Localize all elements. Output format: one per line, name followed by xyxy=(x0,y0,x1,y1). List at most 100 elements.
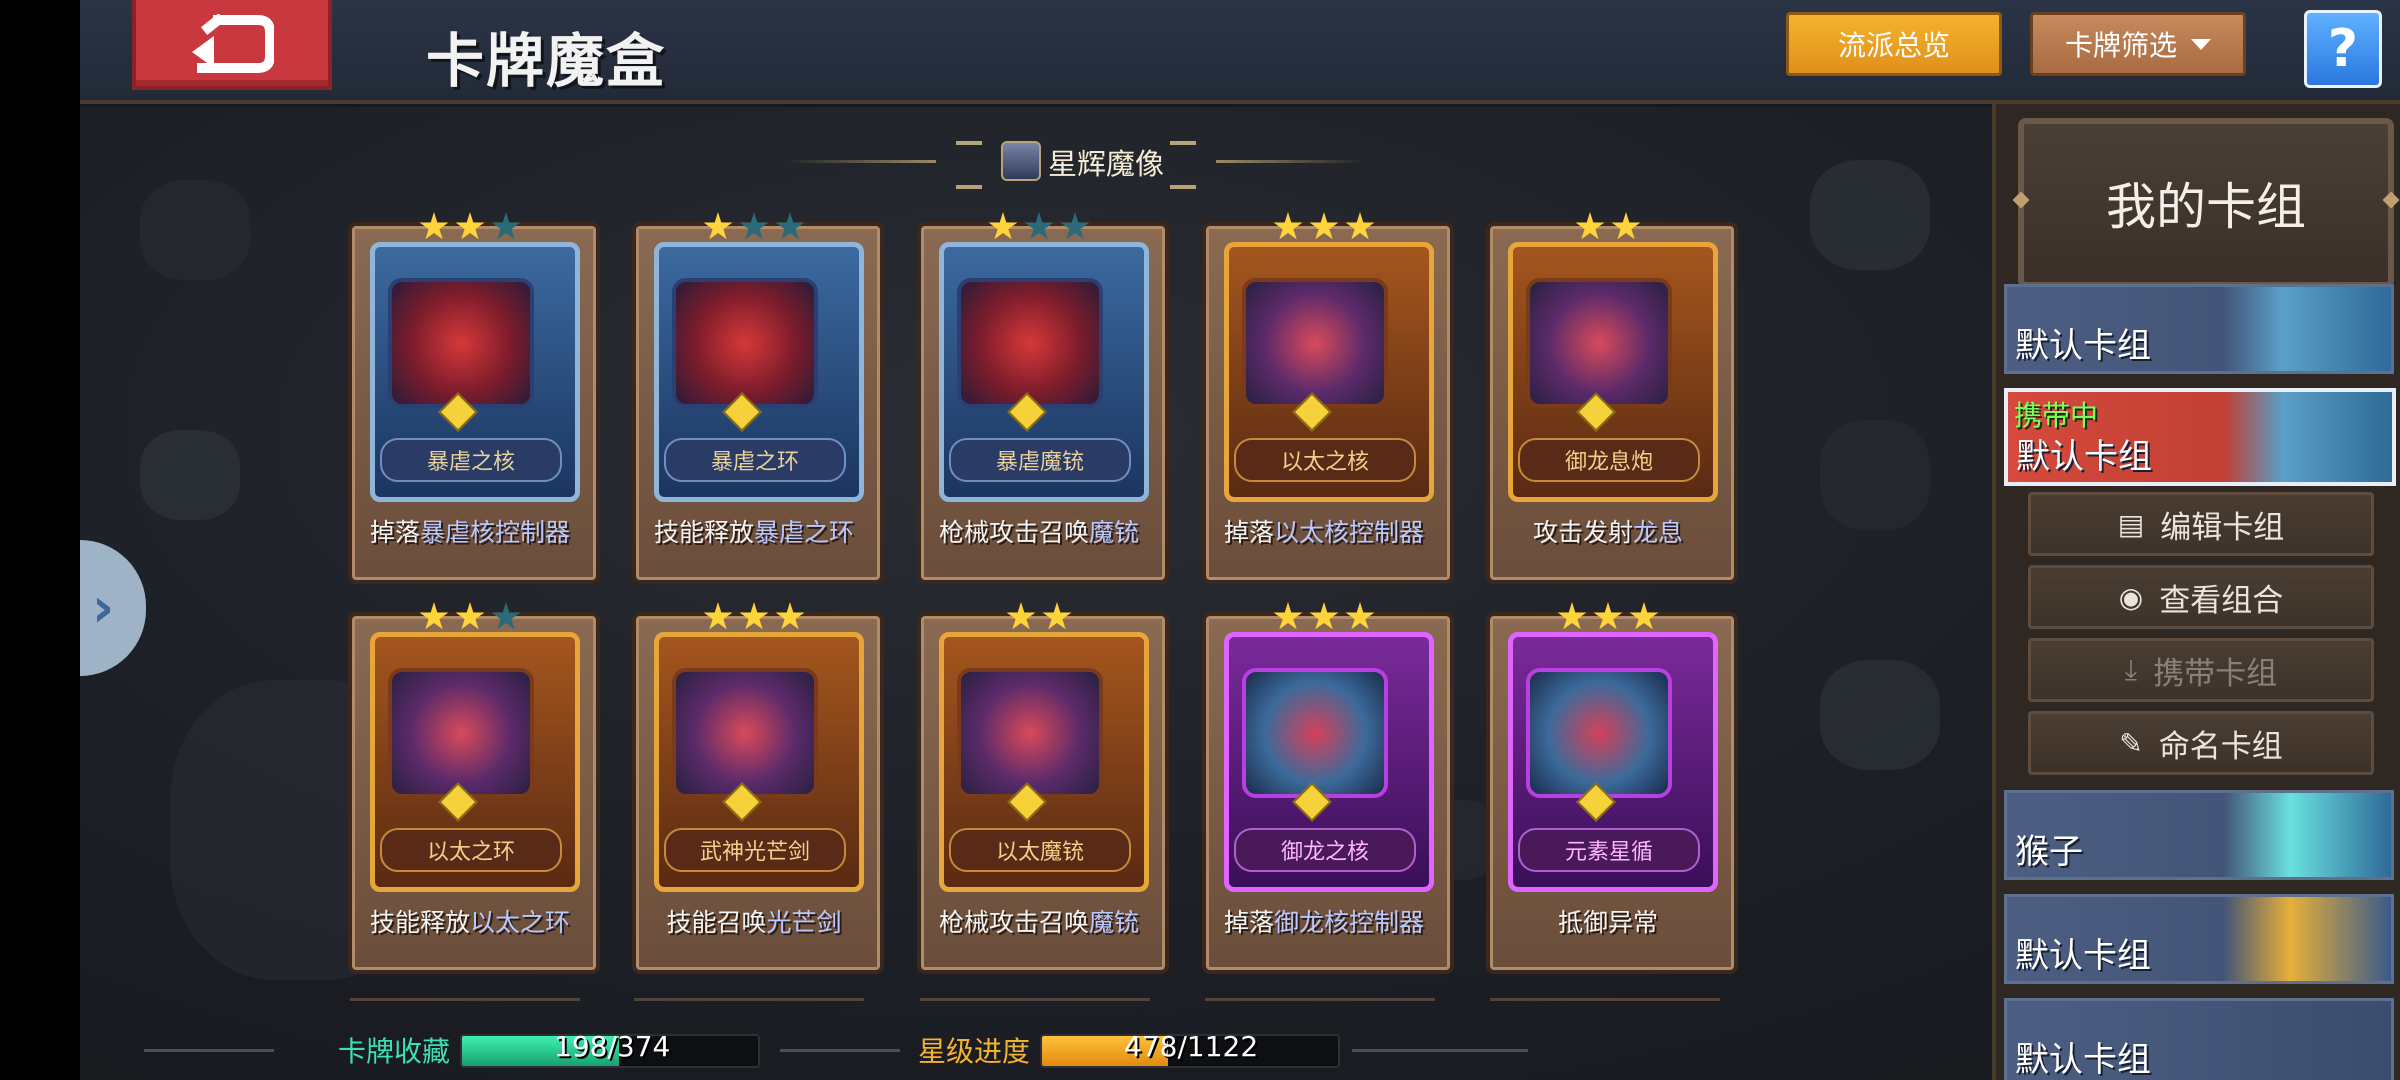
clipboard-icon: ▤ xyxy=(2117,507,2145,541)
deck-item[interactable]: 默认卡组 xyxy=(2004,284,2394,374)
view-combo-button[interactable]: ◉ 查看组合 xyxy=(2028,565,2374,629)
card-description: 技能释放 以太之环 xyxy=(352,896,588,946)
desc-text: 掉落 xyxy=(369,518,420,547)
rename-deck-button[interactable]: ✎ 命名卡组 xyxy=(2028,711,2374,775)
divider xyxy=(144,1049,274,1052)
star-icon xyxy=(1611,212,1641,240)
card-art-icon xyxy=(957,278,1103,408)
card-item[interactable]: 暴虐之环 技能释放 暴虐之环 xyxy=(632,212,884,584)
card-item[interactable]: 暴虐之核 掉落 暴虐核控制器 xyxy=(348,212,600,584)
deck-item[interactable]: 猴子 xyxy=(2004,790,2394,880)
deck-item-active[interactable]: 携带中 默认卡组 xyxy=(2004,388,2396,486)
help-button[interactable]: ? xyxy=(2304,10,2382,88)
star-rating xyxy=(1490,212,1726,242)
star-rating xyxy=(352,602,588,632)
star-icon xyxy=(1575,212,1605,240)
card-item[interactable]: 以太魔铳枪械攻击召唤 魔铳 xyxy=(917,602,1169,974)
deck-item[interactable]: 默认卡组 xyxy=(2004,998,2394,1080)
card-item[interactable]: 御龙息炮 攻击发射 龙息 xyxy=(1486,212,1738,584)
card-art-icon xyxy=(1242,668,1388,798)
card-item[interactable]: 御龙之核掉落 御龙核控制器 xyxy=(1202,602,1454,974)
desc-text: 枪械攻击召唤 xyxy=(938,908,1089,937)
card-peek xyxy=(920,998,1150,1011)
back-arrow-icon xyxy=(192,14,274,73)
deck-item[interactable]: 默认卡组 xyxy=(2004,894,2394,984)
bg-silhouette xyxy=(1820,660,1940,770)
card-item[interactable]: 以太之核掉落 以太核控制器 xyxy=(1202,212,1454,584)
card-item[interactable]: 暴虐魔铳 枪械攻击召唤 魔铳 xyxy=(917,212,1169,584)
desc-text: 掉落 xyxy=(1223,908,1274,937)
deck-name: 猴子 xyxy=(2015,832,2083,872)
carry-deck-button[interactable]: ⤓ 携带卡组 xyxy=(2028,638,2374,702)
help-icon: ? xyxy=(2327,19,2359,79)
ornament-icon xyxy=(956,141,982,189)
star-icon xyxy=(455,212,485,240)
desc-highlight: 以太核控制器 xyxy=(1274,518,1425,547)
filter-dropdown[interactable]: 卡牌筛选 xyxy=(2030,12,2246,76)
back-button[interactable] xyxy=(132,0,332,90)
desc-text: 攻击发射 xyxy=(1532,518,1633,547)
overview-label: 流派总览 xyxy=(1837,29,1950,62)
star-rating xyxy=(921,602,1157,632)
star-icon xyxy=(455,602,485,630)
edit-deck-button[interactable]: ▤ 编辑卡组 xyxy=(2028,492,2374,556)
card-item[interactable]: 以太之环技能释放 以太之环 xyxy=(348,602,600,974)
card-name: 以太之环 xyxy=(380,828,562,872)
star-icon xyxy=(419,602,449,630)
ornament-icon xyxy=(1170,141,1196,189)
card-name: 以太魔铳 xyxy=(949,828,1131,872)
section-header: 星辉魔像 xyxy=(786,135,1366,189)
card-description: 技能召唤 光芒剑 xyxy=(636,896,872,946)
divider xyxy=(1216,160,1366,163)
star-icon xyxy=(419,212,449,240)
game-screen: 卡牌魔盒 流派总览 卡牌筛选 ? › 星辉魔像 暴虐之核 掉落 暴虐核控制器 暴虐之环… xyxy=(80,0,2400,1080)
chevron-down-icon xyxy=(2191,38,2211,50)
star-rating xyxy=(636,602,872,632)
star-icon xyxy=(1309,602,1339,630)
card-name: 以太之核 xyxy=(1234,438,1416,482)
desc-text: 技能召唤 xyxy=(666,908,767,937)
card-description: 技能释放 暴虐之环 xyxy=(636,506,872,556)
page-title: 卡牌魔盒 xyxy=(426,27,667,95)
star-rating xyxy=(1206,602,1442,632)
deck-name: 默认卡组 xyxy=(2015,1040,2151,1080)
divider xyxy=(780,1049,900,1052)
eye-icon: ◉ xyxy=(2118,580,2144,614)
filter-label: 卡牌筛选 xyxy=(2064,29,2177,62)
star-rating xyxy=(352,212,588,242)
star-icon xyxy=(1629,602,1659,630)
star-icon xyxy=(1593,602,1623,630)
star-rating xyxy=(636,212,872,242)
edit-deck-label: 编辑卡组 xyxy=(2160,509,2285,546)
star-progress-label: 星级进度 xyxy=(918,1035,1031,1068)
expand-side-button[interactable]: › xyxy=(80,540,146,676)
card-item[interactable]: 武神光芒剑技能召唤 光芒剑 xyxy=(632,602,884,974)
desc-highlight: 御龙核控制器 xyxy=(1274,908,1425,937)
overview-button[interactable]: 流派总览 xyxy=(1786,12,2002,76)
star-icon xyxy=(775,212,805,240)
card-peek xyxy=(350,998,580,1011)
card-art-icon xyxy=(388,278,534,408)
card-name: 御龙之核 xyxy=(1234,828,1416,872)
star-icon xyxy=(739,212,769,240)
star-icon xyxy=(1042,602,1072,630)
golem-emblem-icon xyxy=(1001,141,1041,181)
star-icon xyxy=(1309,212,1339,240)
card-description: 枪械攻击召唤 魔铳 xyxy=(921,896,1157,946)
card-item[interactable]: 元素星循 抵御异常 xyxy=(1486,602,1738,974)
card-description: 掉落 以太核控制器 xyxy=(1206,506,1442,556)
star-icon xyxy=(491,602,521,630)
card-description: 掉落 御龙核控制器 xyxy=(1206,896,1442,946)
star-icon xyxy=(1557,602,1587,630)
card-name: 御龙息炮 xyxy=(1518,438,1700,482)
card-name: 武神光芒剑 xyxy=(664,828,846,872)
divider xyxy=(1352,1049,1528,1052)
star-icon xyxy=(1006,602,1036,630)
desc-text: 抵御异常 xyxy=(1557,908,1658,937)
desc-highlight: 光芒剑 xyxy=(766,908,842,937)
card-name: 暴虐之核 xyxy=(380,438,562,482)
desc-text: 技能释放 xyxy=(369,908,470,937)
star-progress-value: 478/1122 xyxy=(1124,1030,1259,1063)
card-description: 枪械攻击召唤 魔铳 xyxy=(921,506,1157,556)
carry-deck-label: 携带卡组 xyxy=(2153,655,2278,692)
